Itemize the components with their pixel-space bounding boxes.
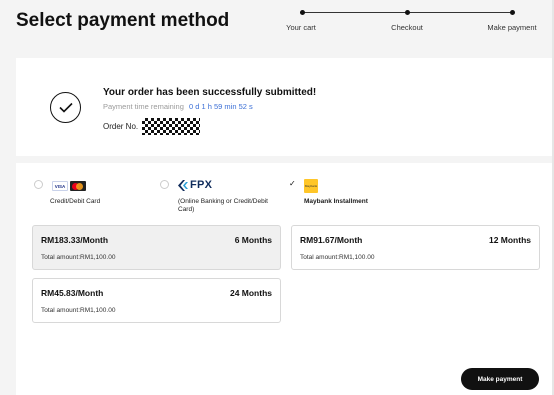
order-number-row: Order No. — [103, 118, 201, 135]
timer-value: 0 d 1 h 59 min 52 s — [188, 102, 253, 111]
maybank-logo: Maybank — [304, 179, 318, 193]
plan-total-amount: Total amount:RM1,100.00 — [41, 307, 116, 314]
timer-label: Payment time remaining — [103, 102, 184, 111]
payment-methods-card: VISA Credit/Debit Card FPX (Online Banki… — [16, 163, 554, 395]
plan-monthly-amount: RM91.67/Month — [300, 235, 363, 245]
maybank-selected-check-icon[interactable]: ✓ — [289, 179, 298, 188]
plan-term: 6 Months — [234, 235, 272, 245]
fpx-label: (Online Banking or Credit/Debit Card) — [178, 198, 268, 214]
radio-fpx[interactable] — [160, 180, 169, 189]
fpx-label-line1: (Online Banking or Credit/Debit — [178, 198, 268, 205]
credit-card-label: Credit/Debit Card — [50, 198, 101, 205]
plan-total-amount: Total amount:RM1,100.00 — [41, 254, 116, 261]
maybank-logo-text: Maybank — [304, 184, 318, 188]
make-payment-button[interactable]: Make payment — [461, 368, 539, 390]
fpx-logo-text: FPX — [190, 179, 213, 191]
step-label-cart: Your cart — [286, 23, 316, 32]
fpx-chevron-icon — [178, 179, 188, 191]
step-dot-checkout — [405, 10, 410, 15]
step-label-checkout: Checkout — [391, 23, 423, 32]
fpx-label-line2: Card) — [178, 206, 195, 213]
installment-plan-12-months[interactable]: RM91.67/Month 12 Months Total amount:RM1… — [291, 225, 540, 270]
plan-total-amount: Total amount:RM1,100.00 — [300, 254, 375, 261]
payment-timer: Payment time remaining 0 d 1 h 59 min 52… — [103, 102, 253, 111]
plan-term: 24 Months — [229, 288, 272, 298]
fpx-logo: FPX — [178, 179, 212, 191]
checkout-stepper: Your cart Checkout Make payment — [286, 7, 537, 37]
plan-monthly-amount: RM183.33/Month — [41, 235, 109, 245]
installment-plan-24-months[interactable]: RM45.83/Month 24 Months Total amount:RM1… — [32, 278, 281, 323]
step-dot-make-payment — [510, 10, 515, 15]
radio-credit-card[interactable] — [34, 180, 43, 189]
installment-plan-6-months[interactable]: RM183.33/Month 6 Months Total amount:RM1… — [32, 225, 281, 270]
visa-icon: VISA — [52, 181, 68, 191]
step-dot-cart — [300, 10, 305, 15]
order-success-title: Your order has been successfully submitt… — [103, 87, 317, 98]
success-check-icon — [50, 92, 81, 123]
mastercard-icon — [70, 181, 86, 191]
order-status-card: Your order has been successfully submitt… — [16, 58, 554, 156]
plan-monthly-amount: RM45.83/Month — [41, 288, 104, 298]
maybank-label: Maybank Installment — [304, 198, 368, 205]
page-title: Select payment method — [16, 10, 230, 31]
order-number-redacted — [142, 118, 201, 135]
step-label-make-payment: Make payment — [487, 23, 537, 32]
plan-term: 12 Months — [488, 235, 531, 245]
order-number-label: Order No. — [103, 122, 139, 131]
